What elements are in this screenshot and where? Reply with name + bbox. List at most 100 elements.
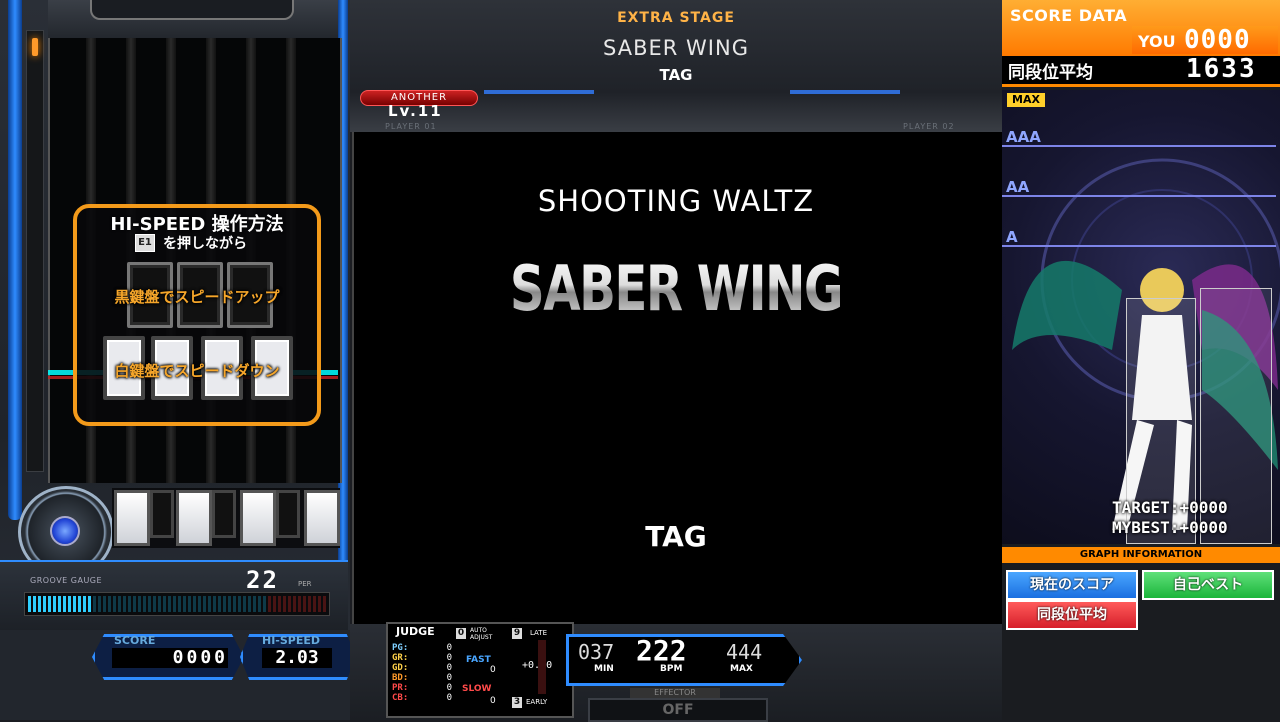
groove-gauge-label: GROOVE GAUGE <box>30 576 103 585</box>
gauge-segment <box>163 596 166 612</box>
you-score-value: 0000 <box>1184 25 1251 55</box>
rank-average-button[interactable]: 同段位平均 <box>1006 600 1138 630</box>
black-key-indicator <box>212 490 236 538</box>
gauge-segment <box>198 596 201 612</box>
status-led <box>32 38 38 56</box>
player2-label: PLAYER 02 <box>903 122 955 131</box>
gauge-segment <box>193 596 196 612</box>
fast-label: FAST <box>466 655 491 665</box>
gauge-percent: 22 <box>246 566 279 594</box>
grade-aaa-line <box>1002 145 1276 147</box>
gauge-segment <box>53 596 56 612</box>
you-label: YOU <box>1138 32 1176 51</box>
effector-value: OFF <box>588 698 768 722</box>
bpm-min-value: 037 <box>578 640 615 664</box>
grade-a-label: A <box>1006 228 1018 246</box>
rank-average-value: 1633 <box>1186 54 1257 84</box>
gauge-segment <box>208 596 211 612</box>
rank-average-label: 同段位平均 <box>1008 63 1093 83</box>
grade-aaa-label: AAA <box>1006 128 1041 146</box>
judge-row-label: GR: <box>392 653 409 663</box>
early-count: 3 <box>512 697 522 708</box>
judge-row-value: 0 <box>446 683 452 693</box>
keyboard-indicator <box>112 488 340 548</box>
header-accent-strip <box>484 90 594 94</box>
gauge-segment <box>318 596 321 612</box>
groove-gauge-bar <box>24 592 330 616</box>
gauge-segment <box>73 596 76 612</box>
turntable-center <box>50 516 80 546</box>
bpm-min-label: MIN <box>594 664 614 674</box>
max-badge: MAX <box>1007 93 1045 107</box>
gauge-segment <box>63 596 66 612</box>
gauge-segment <box>233 596 236 612</box>
gauge-segment <box>248 596 251 612</box>
song-title: SABER WING <box>603 36 749 60</box>
gauge-segment <box>313 596 316 612</box>
gauge-segment <box>113 596 116 612</box>
gauge-segment <box>43 596 46 612</box>
judge-row-label: PG: <box>392 643 409 653</box>
judge-row-value: 0 <box>446 693 452 703</box>
gauge-segment <box>173 596 176 612</box>
gauge-segment <box>183 596 186 612</box>
effector-label: EFFECTOR <box>630 688 720 698</box>
personal-best-button[interactable]: 自己ベスト <box>1142 570 1274 600</box>
score-label: SCORE <box>114 634 156 647</box>
gauge-segment <box>308 596 311 612</box>
gauge-segment <box>258 596 261 612</box>
target-diff: TARGET:+0000 <box>1112 498 1228 517</box>
black-key-indicator <box>150 490 174 538</box>
black-key-instruction: 黒鍵盤でスピードアップ <box>114 288 280 306</box>
gauge-segment <box>283 596 286 612</box>
gauge-segment <box>323 596 326 612</box>
level-value: Lv.11 <box>388 102 443 120</box>
gauge-segment <box>178 596 181 612</box>
gauge-segment <box>268 596 271 612</box>
judge-row-value: 0 <box>446 663 452 673</box>
grade-aa-label: AA <box>1006 178 1030 196</box>
mybest-diff: MYBEST:+0000 <box>1112 518 1228 537</box>
bpm-max-value: 444 <box>726 640 763 664</box>
gauge-segment <box>78 596 81 612</box>
timing-meter <box>538 640 546 694</box>
auto-adjust-label: AUTO ADJUST <box>470 627 493 641</box>
gauge-segment <box>148 596 151 612</box>
hispeed-help-box: HI-SPEED 操作方法 E1 を押しながら 黒鍵盤でスピードアップ 白鍵盤で… <box>73 204 321 426</box>
bpm-current-value: 222 <box>636 634 687 667</box>
early-label: EARLY <box>526 698 548 706</box>
gauge-segment <box>298 596 301 612</box>
gauge-segment <box>278 596 281 612</box>
gauge-segment <box>293 596 296 612</box>
gauge-segment <box>168 596 171 612</box>
hold-instruction: を押しながら <box>163 236 247 252</box>
judge-row-label: BD: <box>392 673 409 683</box>
gauge-segment <box>118 596 121 612</box>
gauge-segment <box>253 596 256 612</box>
gauge-segment <box>33 596 36 612</box>
gauge-segment <box>143 596 146 612</box>
current-score-button[interactable]: 現在のスコア <box>1006 570 1138 600</box>
gauge-segment <box>238 596 241 612</box>
judge-title: JUDGE <box>396 625 435 638</box>
gauge-segment <box>303 596 306 612</box>
lane-cover-slot <box>90 0 294 20</box>
score-value: 0000 <box>112 648 228 668</box>
gauge-segment <box>133 596 136 612</box>
auto-adjust-value: 0 <box>456 628 466 639</box>
stage-label: EXTRA STAGE <box>617 10 735 26</box>
score-data-title: SCORE DATA <box>1010 6 1128 25</box>
gauge-segment <box>223 596 226 612</box>
slow-label: SLOW <box>462 684 492 694</box>
judge-row-value: 0 <box>446 653 452 663</box>
white-key-indicator <box>114 490 150 546</box>
gauge-segment <box>48 596 51 612</box>
song-artist: TAG <box>659 66 693 84</box>
gauge-segment <box>213 596 216 612</box>
gauge-segment <box>38 596 41 612</box>
slow-value: 0 <box>490 696 496 706</box>
song-genre: SHOOTING WALTZ <box>537 184 815 218</box>
gauge-segment <box>288 596 291 612</box>
gauge-segment <box>203 596 206 612</box>
graph-information-label: GRAPH INFORMATION <box>1002 547 1280 563</box>
